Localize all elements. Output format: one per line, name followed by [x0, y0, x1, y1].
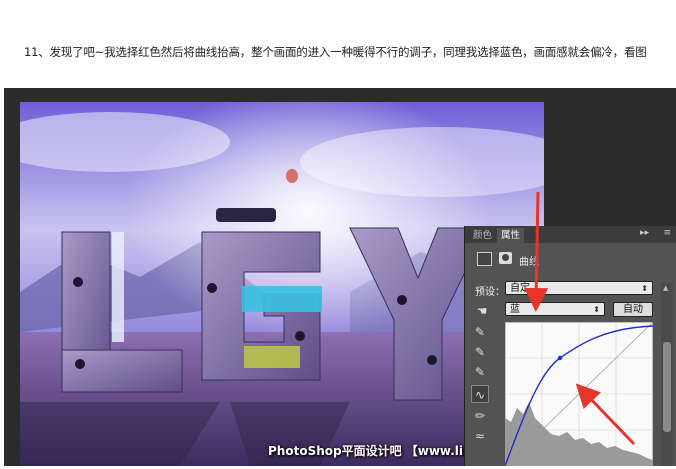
tutorial-caption: 11、发现了吧~我选择红色然后将曲线抬高，整个画面的进入一种暖得不行的调子，同理…: [24, 45, 647, 59]
pencil-icon[interactable]: ✏: [471, 407, 489, 425]
auto-button[interactable]: 自动: [613, 302, 653, 317]
scrollbar-thumb[interactable]: [663, 342, 671, 432]
panel-title: 曲线: [519, 257, 539, 268]
smooth-icon[interactable]: ≈: [471, 427, 489, 445]
preset-label: 预设：: [475, 287, 505, 298]
curves-adjustment-icon[interactable]: [477, 252, 492, 266]
preset-select-value: 自定: [510, 283, 530, 294]
panel-scrollbar[interactable]: ▲: [661, 282, 673, 466]
tab-color[interactable]: 颜色: [469, 228, 496, 243]
preset-select[interactable]: 自定 ⬍: [505, 281, 653, 295]
scroll-up-icon[interactable]: ▲: [663, 284, 668, 292]
layer-mask-icon[interactable]: [499, 252, 512, 264]
hand-adjust-icon[interactable]: ☚: [473, 302, 491, 320]
panel-menu-icon[interactable]: ≡: [663, 228, 671, 238]
panel-tab-bar: 颜色 属性 ▸▸ ≡: [465, 226, 676, 243]
white-point-eyedropper-icon[interactable]: ✎: [471, 363, 489, 381]
gray-point-eyedropper-icon[interactable]: ✎: [471, 343, 489, 361]
black-point-eyedropper-icon[interactable]: ✎: [471, 323, 489, 341]
chevron-updown-icon: ⬍: [593, 305, 600, 314]
curve-graph-svg: [504, 321, 654, 467]
curve-graph[interactable]: [504, 321, 654, 467]
chevron-updown-icon: ⬍: [641, 284, 648, 293]
collapse-panel-icon[interactable]: ▸▸: [640, 228, 649, 238]
properties-panel: 颜色 属性 ▸▸ ≡ 曲线 预设： 自定 ⬍ ☚ 蓝 ⬍ 自动 ✎ ✎ ✎ ∿ …: [464, 226, 676, 467]
channel-select-value: 蓝: [510, 304, 520, 315]
curve-point[interactable]: [557, 355, 563, 361]
tab-properties[interactable]: 属性: [497, 228, 525, 243]
curve-point-icon[interactable]: ∿: [471, 385, 489, 403]
channel-select[interactable]: 蓝 ⬍: [505, 302, 605, 316]
